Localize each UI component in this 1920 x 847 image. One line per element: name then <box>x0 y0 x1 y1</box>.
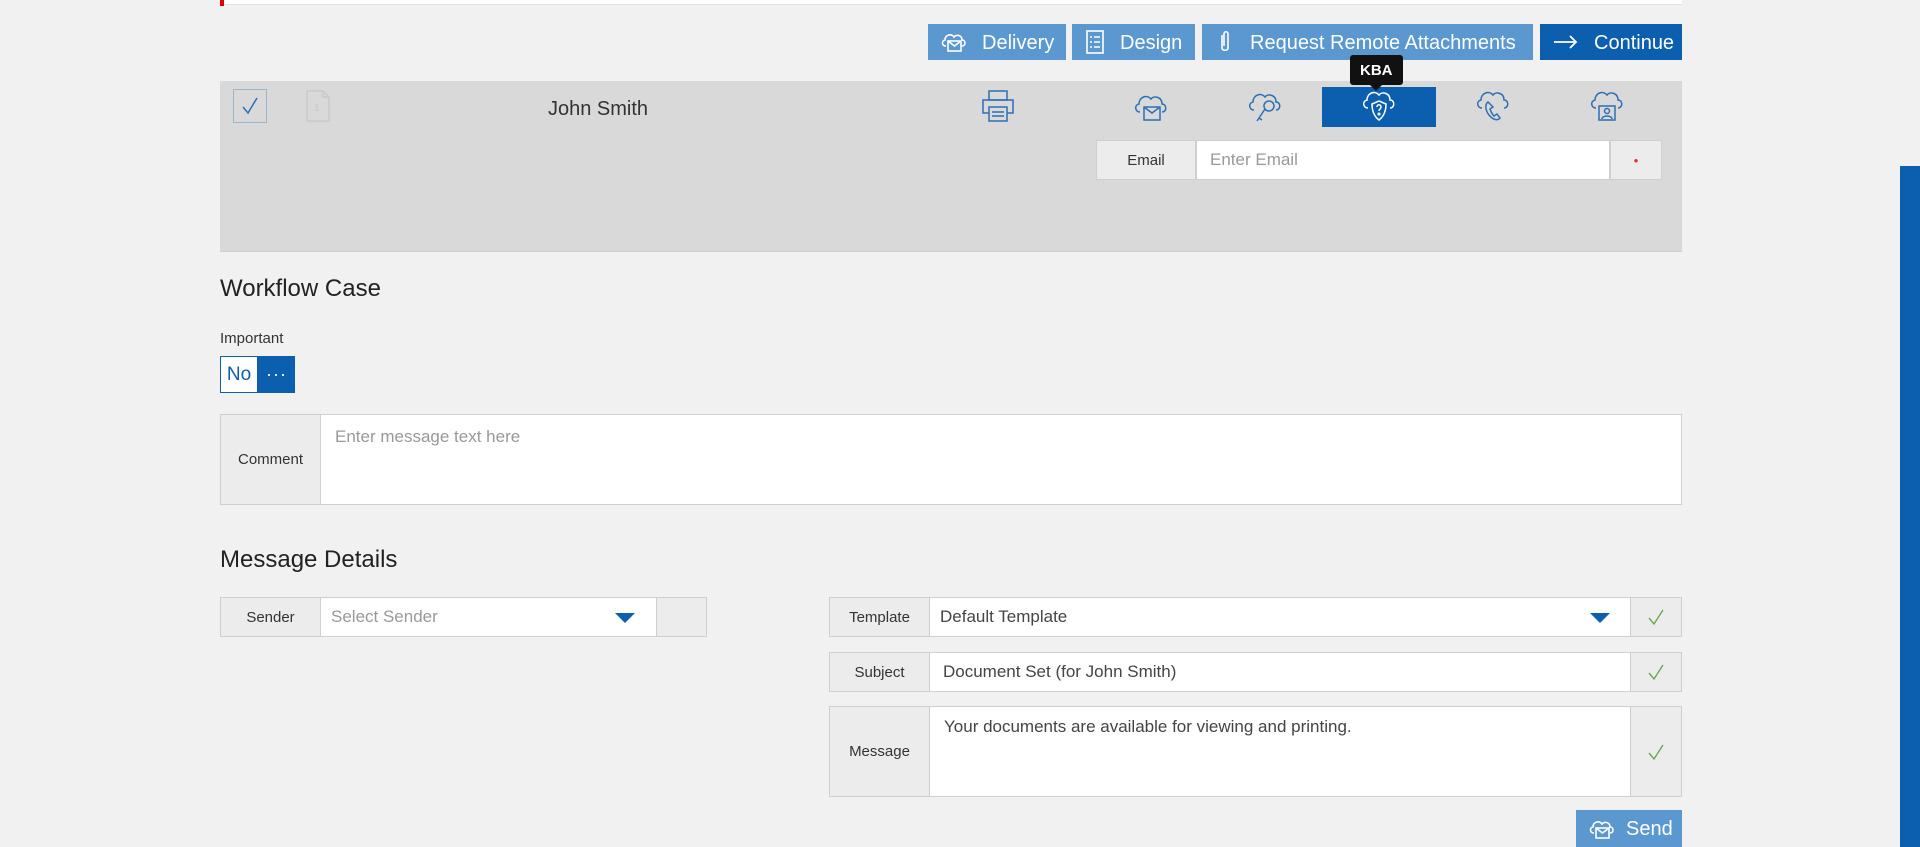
auth-password-option[interactable] <box>1208 87 1322 127</box>
cloud-id-card-icon <box>1591 91 1623 121</box>
cloud-envelope-icon <box>1589 820 1614 839</box>
cloud-phone-icon <box>1477 91 1509 121</box>
message-details-title: Message Details <box>220 546 398 573</box>
important-more-button[interactable]: ··· <box>258 356 295 393</box>
sender-dropdown-caret-icon[interactable] <box>615 613 635 623</box>
auth-email-option[interactable] <box>1094 87 1208 127</box>
subject-label: Subject <box>829 652 930 692</box>
signer-checkbox[interactable] <box>233 89 267 123</box>
delivery-button[interactable]: Delivery <box>928 24 1066 60</box>
message-label: Message <box>829 706 930 797</box>
document-icon: 1 <box>304 89 332 128</box>
template-label: Template <box>829 597 930 637</box>
check-icon <box>242 97 258 115</box>
kba-tooltip: KBA <box>1350 55 1403 91</box>
message-textarea[interactable]: Your documents are available for viewing… <box>929 706 1631 797</box>
template-valid-indicator <box>1630 597 1682 637</box>
sender-select-value: Select Sender <box>331 607 438 626</box>
scrollbar-thumb[interactable] <box>1900 166 1920 847</box>
scrollbar[interactable] <box>1900 0 1920 847</box>
sender-required-indicator <box>656 597 707 637</box>
comment-label: Comment <box>220 414 321 505</box>
important-toggle: No ··· <box>220 356 295 393</box>
subject-input[interactable]: Document Set (for John Smith) <box>929 652 1631 692</box>
top-strip <box>220 0 1682 5</box>
message-valid-indicator <box>1630 706 1682 797</box>
check-icon <box>1648 609 1664 626</box>
cloud-envelope-icon <box>1135 95 1167 121</box>
important-label: Important <box>220 330 284 347</box>
printer-icon[interactable] <box>980 89 1016 128</box>
sender-select[interactable]: Select Sender <box>320 597 657 637</box>
subject-valid-indicator <box>1630 652 1682 692</box>
signer-name: John Smith <box>548 98 649 120</box>
template-dropdown-caret-icon[interactable] <box>1590 613 1610 623</box>
cloud-key-icon <box>1249 93 1281 122</box>
delivery-label: Delivery <box>982 31 1055 54</box>
auth-phone-option[interactable] <box>1436 87 1550 127</box>
auth-id-option[interactable] <box>1550 87 1664 127</box>
top-strip-indicator <box>220 0 224 6</box>
email-required-indicator: • <box>1610 140 1662 180</box>
arrow-right-icon <box>1554 35 1578 49</box>
design-button[interactable]: Design <box>1072 24 1195 60</box>
sender-label: Sender <box>220 597 321 637</box>
continue-button[interactable]: Continue <box>1540 24 1682 60</box>
auth-kba-option[interactable] <box>1322 87 1436 127</box>
cloud-envelope-icon <box>941 34 966 52</box>
signer-panel: 1 John Smith Email Enter Email • <box>220 81 1682 252</box>
important-no-button[interactable]: No <box>220 356 258 393</box>
template-select[interactable]: Default Template <box>929 597 1631 637</box>
workflow-case-title: Workflow Case <box>220 275 381 302</box>
cloud-question-shield-icon <box>1363 91 1395 121</box>
check-icon <box>1648 664 1664 681</box>
document-list-icon <box>1086 30 1104 54</box>
request-remote-attachments-label: Request Remote Attachments <box>1250 31 1516 54</box>
paperclip-icon <box>1221 30 1229 52</box>
design-label: Design <box>1120 31 1183 54</box>
svg-text:1: 1 <box>314 103 320 114</box>
template-select-value: Default Template <box>940 607 1068 626</box>
continue-label: Continue <box>1594 31 1675 54</box>
email-label: Email <box>1096 140 1196 180</box>
email-input[interactable]: Enter Email <box>1196 140 1610 180</box>
send-label: Send <box>1626 818 1673 840</box>
check-icon <box>1648 744 1664 760</box>
comment-textarea[interactable]: Enter message text here <box>320 414 1682 505</box>
send-button[interactable]: Send <box>1576 810 1682 847</box>
